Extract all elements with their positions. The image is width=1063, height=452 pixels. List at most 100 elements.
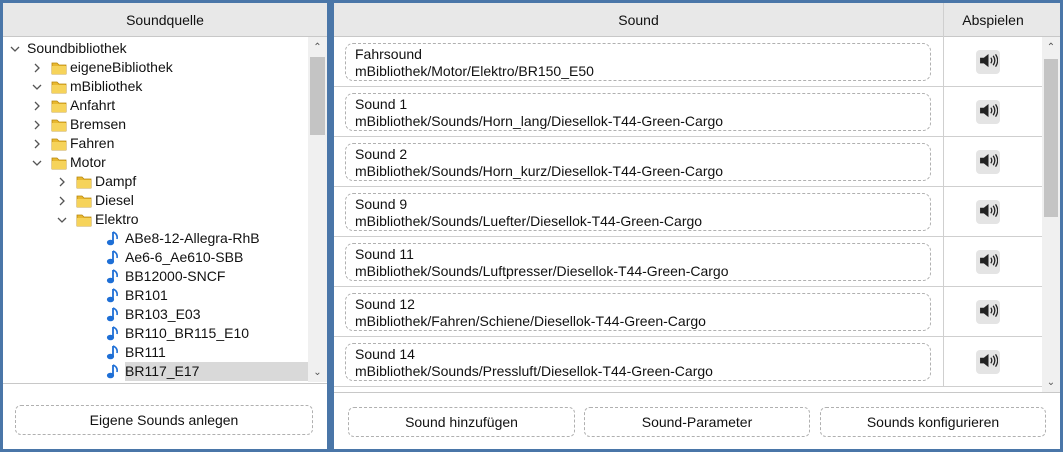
sound-slot-box[interactable]: Sound 14 mBibliothek/Sounds/Pressluft/Die… [345,343,931,381]
sound-name: Sound 14 [355,346,415,362]
sound-row[interactable]: Sound 12 mBibliothek/Fahren/Schiene/Diese… [334,287,1042,337]
tree-item-folder[interactable]: mBibliothek [3,77,308,96]
play-sound-button[interactable] [976,150,1000,174]
tree-item-folder[interactable]: Bremsen [3,115,308,134]
play-sound-button[interactable] [976,50,1000,74]
tree-item-folder[interactable]: Elektro [3,210,308,229]
chevron-down-icon[interactable] [9,39,21,58]
chevron-right-icon[interactable] [56,191,68,210]
folder-icon [51,79,67,94]
header-corner [1042,3,1060,37]
scrollbar-thumb[interactable] [310,57,325,135]
chevron-down-icon[interactable] [31,77,43,96]
sound-row[interactable]: Sound 2 mBibliothek/Sounds/Horn_kurz/Dies… [334,137,1042,187]
tree-item-label: BR101 [125,287,168,303]
tree-item-label: Anfahrt [70,97,116,113]
speaker-icon [979,53,998,71]
tree-item-label: Soundbibliothek [27,40,127,56]
configure-sounds-button[interactable]: Sounds konfigurieren [820,407,1046,437]
scroll-up-icon[interactable]: ⌃ [308,39,327,55]
chevron-right-icon[interactable] [31,58,43,77]
chevron-right-icon[interactable] [31,115,43,134]
sound-row[interactable]: Sound 11 mBibliothek/Sounds/Luftpresser/D… [334,237,1042,287]
tree-item-sound[interactable]: ABe8-12-Allegra-RhB [3,229,308,248]
scroll-down-icon[interactable]: ⌄ [1042,374,1060,390]
chevron-down-icon[interactable] [31,153,43,172]
sound-name: Sound 9 [355,196,408,212]
sound-row[interactable]: Fahrsound mBibliothek/Motor/Elektro/BR150… [334,37,1042,87]
sound-name: Sound 1 [355,96,408,112]
tree-item-label: Motor [70,154,106,170]
chevron-right-icon[interactable] [31,134,43,153]
tree-item-label: Diesel [95,192,134,208]
speaker-icon [979,153,998,171]
tree-item-label: Ae6-6_Ae610-SBB [125,249,244,265]
music-note-icon [105,363,121,380]
sound-row[interactable]: Sound 14 mBibliothek/Sounds/Pressluft/Die… [334,337,1042,387]
tree-scrollbar[interactable]: ⌃ ⌄ [308,37,327,382]
sound-slot-box[interactable]: Fahrsound mBibliothek/Motor/Elektro/BR150… [345,43,931,81]
chevron-right-icon[interactable] [56,172,68,191]
scroll-down-icon[interactable]: ⌄ [308,364,327,380]
sound-row[interactable]: Sound 1 mBibliothek/Sounds/Horn_lang/Dies… [334,87,1042,137]
folder-icon [51,117,67,132]
music-note-icon [105,268,121,285]
sound-slot-box[interactable]: Sound 2 mBibliothek/Sounds/Horn_kurz/Dies… [345,143,931,181]
sound-row[interactable]: Sound 9 mBibliothek/Sounds/Luefter/Diesel… [334,187,1042,237]
chevron-down-icon[interactable] [56,210,68,229]
play-sound-button[interactable] [976,250,1000,274]
sound-name: Sound 11 [355,246,414,262]
tree-item-label: Elektro [95,211,139,227]
tree-item-folder[interactable]: Soundbibliothek [3,39,308,58]
tree-item-sound[interactable]: BB12000-SNCF [3,267,308,286]
play-sound-button[interactable] [976,300,1000,324]
play-sound-button[interactable] [976,100,1000,124]
speaker-icon [979,353,998,371]
tree-item-folder[interactable]: Diesel [3,191,308,210]
chevron-right-icon[interactable] [31,96,43,115]
sound-list: Fahrsound mBibliothek/Motor/Elektro/BR150… [334,37,1042,392]
scroll-up-icon[interactable]: ⌃ [1042,39,1060,55]
tree-item-folder[interactable]: Motor [3,153,308,172]
tree-item-folder[interactable]: Dampf [3,172,308,191]
sound-slot-box[interactable]: Sound 9 mBibliothek/Sounds/Luefter/Diesel… [345,193,931,231]
tree-item-sound[interactable]: BR111 [3,343,308,362]
sound-slot-box[interactable]: Sound 1 mBibliothek/Sounds/Horn_lang/Dies… [345,93,931,131]
music-note-icon [105,230,121,247]
add-sound-button[interactable]: Sound hinzufügen [348,407,575,437]
tree-item-sound[interactable]: BR110_BR115_E10 [3,324,308,343]
divider [334,392,1060,393]
tree-item-sound[interactable]: BR103_E03 [3,305,308,324]
tree-item-sound[interactable]: Ae6-6_Ae610-SBB [3,248,308,267]
tree-item-sound[interactable]: BR117_E17 [106,362,308,381]
tree-item-folder[interactable]: Fahren [3,134,308,153]
create-own-sounds-button[interactable]: Eigene Sounds anlegen [15,405,313,435]
sound-parameters-button[interactable]: Sound-Parameter [584,407,810,437]
column-separator [943,187,944,237]
tree-item-folder[interactable]: eigeneBibliothek [3,58,308,77]
tree-item-label: eigeneBibliothek [70,59,173,75]
sound-slot-box[interactable]: Sound 12 mBibliothek/Fahren/Schiene/Diese… [345,293,931,331]
play-sound-button[interactable] [976,200,1000,224]
tree-item-folder[interactable]: Anfahrt [3,96,308,115]
folder-icon [51,60,67,75]
tree-item-sound[interactable]: BR101 [3,286,308,305]
tree-item-label: BR117_E17 [125,363,200,379]
tree-item-label: BR118_E18 [125,381,199,382]
play-sound-button[interactable] [976,350,1000,374]
tree-item-sound[interactable]: BR118_E18 [3,381,308,382]
sound-name: Sound 2 [355,146,408,162]
sound-name: Sound 12 [355,296,415,312]
tree-item-label: BR110_BR115_E10 [125,325,250,341]
sound-path: mBibliothek/Sounds/Horn_kurz/Diesellok-T… [355,163,724,179]
speaker-icon [979,103,998,121]
folder-icon [76,174,92,189]
scrollbar-thumb[interactable] [1044,59,1058,217]
column-separator [943,237,944,287]
tree-item-label: Fahren [70,135,115,151]
folder-icon [76,193,92,208]
folder-icon [51,155,67,170]
folder-icon [51,136,67,151]
sound-slot-box[interactable]: Sound 11 mBibliothek/Sounds/Luftpresser/D… [345,243,931,281]
list-scrollbar[interactable]: ⌃ ⌄ [1042,37,1060,392]
